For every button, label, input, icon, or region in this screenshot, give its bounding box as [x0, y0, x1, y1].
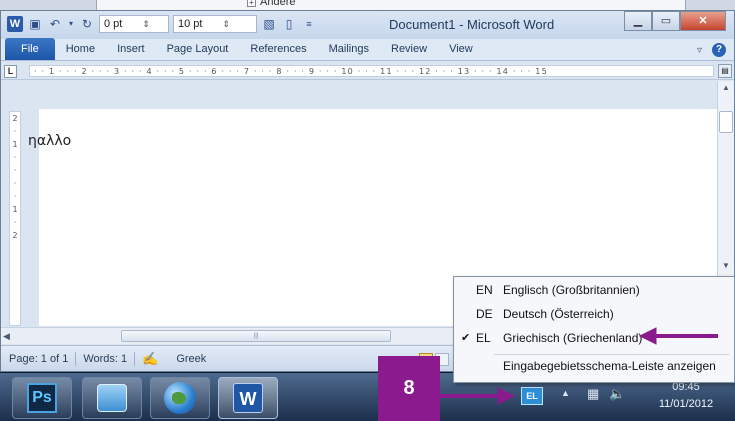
ribbon-tabs: File Home Insert Page Layout References … [1, 38, 734, 61]
tab-selector-icon[interactable]: L [4, 65, 17, 78]
control-panel-icon [97, 384, 127, 412]
globe-icon [164, 382, 196, 414]
volume-icon[interactable]: 🔈 [609, 386, 625, 402]
expand-ribbon-icon[interactable]: ▿ [697, 45, 702, 56]
vruler-mark: 2 [12, 231, 18, 240]
close-button[interactable]: ✕ [680, 11, 726, 31]
spacing-after-value: 10 pt [178, 18, 203, 30]
background-tree-item[interactable]: + Andere [247, 0, 295, 8]
horizontal-scroll-thumb[interactable]: ||| [121, 330, 391, 342]
status-divider [75, 351, 77, 366]
undo-icon[interactable]: ↶ [47, 16, 63, 32]
photoshop-icon: Ps [27, 383, 57, 413]
vruler-mark: 1 [12, 205, 18, 214]
ribbon-right-controls: ▿ ? [697, 43, 726, 57]
customize-toolbar-icon[interactable]: ≡ [301, 16, 317, 32]
scroll-left-icon[interactable]: ◀ [3, 328, 10, 344]
tab-mailings[interactable]: Mailings [318, 38, 380, 60]
screenshot-root: + Andere W ▣ ↶ ▾ ↻ 0 pt ⇕ 10 pt ⇕ ▧ ▯ ≡ … [0, 0, 735, 421]
quick-access-toolbar: W ▣ ↶ ▾ ↻ 0 pt ⇕ 10 pt ⇕ ▧ ▯ ≡ [7, 15, 317, 33]
vruler-mark: 2 [12, 114, 18, 123]
tab-home[interactable]: Home [55, 38, 106, 60]
dropdown-arrow-icon[interactable]: ▾ [67, 16, 75, 32]
language-item-en[interactable]: EN Englisch (Großbritannien) [454, 279, 734, 301]
vruler-mark: · [13, 166, 17, 175]
tab-references[interactable]: References [239, 38, 317, 60]
vruler-mark: · [13, 153, 17, 162]
scroll-up-icon[interactable]: ▲ [718, 81, 734, 95]
ruler-marks: · · 1 · · · 2 · · · 3 · · · 4 · · · 5 · … [34, 67, 548, 76]
tab-file[interactable]: File [5, 38, 55, 60]
language-menu: EN Englisch (Großbritannien) DE Deutsch … [453, 276, 735, 383]
proofing-icon[interactable]: ✍ [142, 351, 158, 367]
language-name: Deutsch (Österreich) [503, 307, 614, 321]
clock[interactable]: 09:45 11/01/2012 [646, 379, 726, 413]
language-indicator[interactable]: EL [521, 387, 543, 405]
show-language-bar-item[interactable]: Eingabegebietsschema-Leiste anzeigen [503, 359, 716, 373]
page-count[interactable]: Page: 1 of 1 [9, 353, 68, 365]
taskbar-control-panel[interactable] [82, 377, 142, 419]
vruler-mark: · [13, 218, 17, 227]
clock-date: 11/01/2012 [658, 398, 714, 410]
title-bar: W ▣ ↶ ▾ ↻ 0 pt ⇕ 10 pt ⇕ ▧ ▯ ≡ Document1… [1, 11, 734, 39]
vertical-scroll-thumb[interactable] [719, 111, 733, 133]
spinner-icon[interactable]: ⇕ [142, 16, 150, 32]
document-text[interactable]: ηαλλο [28, 133, 71, 149]
new-document-icon[interactable]: ▯ [281, 16, 297, 32]
view-ruler-icon[interactable]: ▤ [718, 64, 732, 78]
tab-review[interactable]: Review [380, 38, 438, 60]
word-app-icon[interactable]: W [7, 16, 23, 32]
save-icon[interactable]: ▣ [27, 16, 43, 32]
window-title: Document1 - Microsoft Word [389, 17, 555, 32]
window-controls: ▁ ▭ ✕ [624, 11, 726, 31]
check-icon: ✔ [461, 332, 471, 344]
background-tree-label: Andere [260, 0, 296, 8]
language-name: Griechisch (Griechenland) [503, 331, 643, 345]
show-hidden-icons-icon[interactable]: ▲ [561, 388, 570, 398]
network-icon[interactable]: ▦ [587, 386, 599, 402]
tab-page-layout[interactable]: Page Layout [156, 38, 240, 60]
horizontal-scrollbar[interactable]: ◀ ||| [1, 327, 461, 344]
background-window: + Andere [96, 0, 686, 10]
taskbar-word[interactable]: W [218, 377, 278, 419]
word-icon: W [233, 383, 263, 413]
language-name: Englisch (Großbritannien) [503, 283, 640, 297]
vruler-mark: · [13, 127, 17, 136]
taskbar-photoshop[interactable]: Ps [12, 377, 72, 419]
spacing-before-value: 0 pt [104, 18, 123, 30]
taskbar-internet[interactable] [150, 377, 210, 419]
vruler-mark: 1 [12, 140, 18, 149]
step-badge: 8 [378, 356, 440, 421]
vertical-ruler: 2 · 1 · · · · 1 · 2 [1, 81, 25, 326]
language-item-el[interactable]: ✔ EL Griechisch (Griechenland) [454, 327, 734, 349]
status-divider [134, 351, 136, 366]
help-icon[interactable]: ? [712, 43, 726, 57]
spacing-before-select[interactable]: 0 pt ⇕ [99, 15, 169, 33]
language-code: DE [476, 307, 493, 321]
vruler-mark: · [13, 179, 17, 188]
horizontal-ruler: L · · 1 · · · 2 · · · 3 · · · 4 · · · 5 … [1, 62, 734, 80]
picture-icon[interactable]: ▧ [261, 16, 277, 32]
language-status[interactable]: Greek [176, 353, 206, 365]
spinner-icon[interactable]: ⇕ [222, 16, 230, 32]
ruler-strip[interactable]: · · 1 · · · 2 · · · 3 · · · 4 · · · 5 · … [29, 65, 714, 77]
language-item-de[interactable]: DE Deutsch (Österreich) [454, 303, 734, 325]
vertical-ruler-strip[interactable]: 2 · 1 · · · · 1 · 2 [9, 111, 21, 326]
tab-insert[interactable]: Insert [106, 38, 156, 60]
language-code: EL [476, 331, 491, 345]
redo-icon[interactable]: ↻ [79, 16, 95, 32]
spacing-after-select[interactable]: 10 pt ⇕ [173, 15, 257, 33]
vruler-mark: · [13, 192, 17, 201]
menu-divider [494, 354, 729, 355]
language-code: EN [476, 283, 493, 297]
maximize-button[interactable]: ▭ [652, 11, 680, 31]
scroll-down-icon[interactable]: ▼ [718, 259, 734, 273]
tab-view[interactable]: View [438, 38, 484, 60]
expand-icon[interactable]: + [247, 0, 256, 7]
word-count[interactable]: Words: 1 [83, 353, 127, 365]
minimize-button[interactable]: ▁ [624, 11, 652, 31]
status-divider [165, 352, 169, 366]
